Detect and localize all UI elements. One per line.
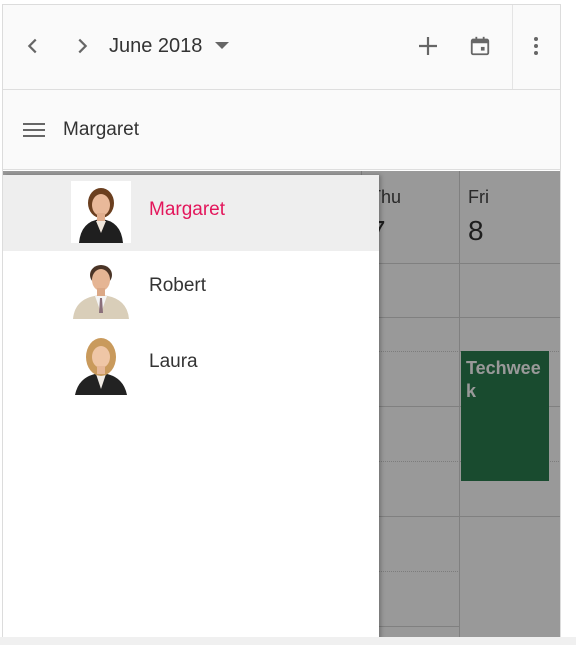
chevron-left-icon: [27, 38, 37, 54]
resource-item-laura[interactable]: Laura: [3, 327, 379, 403]
resource-menu-button[interactable]: [21, 117, 47, 143]
more-vertical-icon: [534, 37, 538, 55]
date-range-label: June 2018: [109, 34, 203, 57]
scheduler: June 2018 Margaret Thu Fri 8 Techweek Ma…: [2, 4, 561, 639]
hamburger-menu-icon: [23, 122, 45, 137]
more-options-button[interactable]: [517, 27, 555, 65]
resource-name: Robert: [149, 275, 207, 296]
calendar-icon: [470, 36, 490, 56]
resource-item-robert[interactable]: Robert: [3, 251, 379, 327]
resource-name: Laura: [149, 351, 198, 372]
selected-resource-name: Margaret: [63, 118, 140, 140]
today-button[interactable]: [461, 27, 499, 65]
next-button[interactable]: [63, 27, 101, 65]
plus-icon: [419, 37, 437, 55]
previous-button[interactable]: [14, 27, 52, 65]
resource-item-margaret[interactable]: Margaret: [3, 175, 379, 251]
horizontal-scrollbar[interactable]: [0, 637, 576, 645]
scheduler-toolbar: June 2018: [3, 5, 560, 90]
new-event-button[interactable]: [409, 27, 447, 65]
resource-name: Margaret: [149, 199, 226, 220]
caret-down-icon: [214, 41, 230, 51]
resource-list-popup: Margaret Robert Laura: [3, 175, 379, 638]
date-range-button[interactable]: June 2018: [109, 27, 230, 65]
avatar: [71, 257, 131, 319]
chevron-right-icon: [78, 38, 88, 54]
avatar: [71, 333, 131, 395]
avatar: [71, 181, 131, 243]
resource-header: Margaret: [3, 90, 560, 170]
toolbar-separator: [512, 5, 513, 89]
